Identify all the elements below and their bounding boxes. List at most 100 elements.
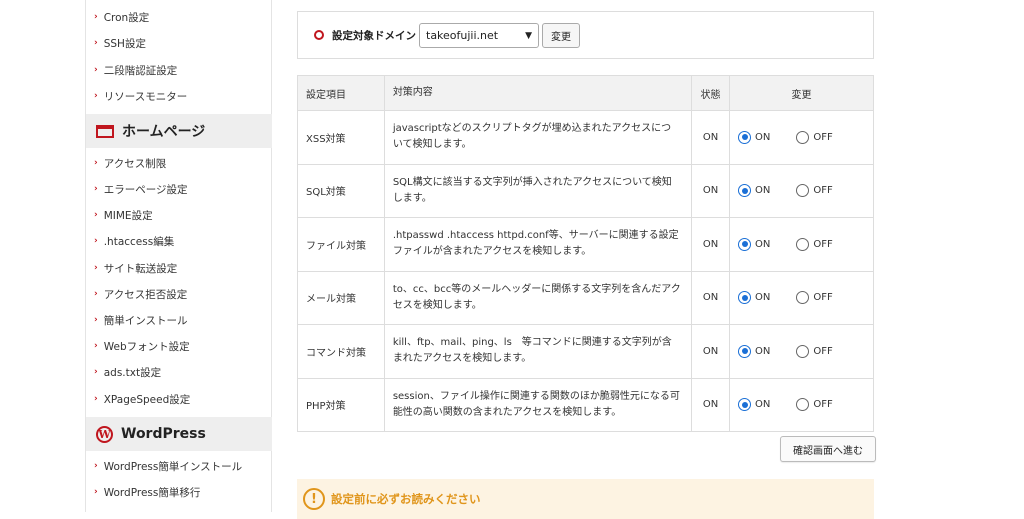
row-state: ON — [691, 270, 731, 325]
chevron-right-icon: › — [94, 289, 98, 299]
radio-off[interactable]: OFF — [796, 184, 833, 198]
chevron-right-icon: › — [94, 341, 98, 351]
domain-radio-icon — [314, 30, 324, 40]
on-off-radio-group: ON OFF — [730, 130, 873, 144]
radio-on[interactable]: ON — [738, 237, 770, 251]
sidebar-item-ssh[interactable]: › SSH設定 — [94, 32, 146, 54]
chevron-right-icon: › — [94, 91, 98, 101]
table-row: SQL対策 SQL構文に該当する文字列が挿入されたアクセスについて検知します。 ON… — [297, 163, 874, 218]
radio-on[interactable]: ON — [738, 398, 770, 412]
row-item: SQL対策 — [297, 163, 385, 218]
radio-off-icon[interactable] — [796, 291, 810, 305]
sidebar: › Cron設定 › SSH設定 › 二段階認証設定 › リソースモニター ホームページ… — [86, 0, 272, 512]
row-item: XSS対策 — [297, 110, 385, 165]
sidebar-item-xpagespeed[interactable]: › XPageSpeed設定 — [94, 388, 190, 410]
chevron-right-icon: › — [94, 461, 98, 471]
sidebar-item-web-font[interactable]: › Webフォント設定 — [94, 335, 190, 357]
sidebar-item-resource-monitor[interactable]: › リソースモニター — [94, 85, 187, 107]
row-state: ON — [691, 377, 731, 432]
table-row: メール対策 to、cc、bcc等のメールヘッダーに関係する文字列を含んだアクセスを… — [297, 270, 874, 325]
notice-text: 設定前に必ずお読みください — [331, 492, 481, 506]
chevron-right-icon: › — [94, 367, 98, 377]
table-row: ファイル対策 .htpasswd .htaccess httpd.conf等、サー… — [297, 217, 874, 272]
header-change: 変更 — [729, 75, 874, 111]
confirm-button[interactable]: 確認画面へ進む — [780, 436, 876, 462]
row-change: ON OFF — [729, 270, 874, 325]
radio-off-icon[interactable] — [796, 344, 810, 358]
radio-off[interactable]: OFF — [796, 344, 833, 358]
chevron-right-icon: › — [94, 38, 98, 48]
notice-banner: ! 設定前に必ずお読みください — [297, 479, 874, 519]
row-desc: kill、ftp、mail、ping、ls 等コマンドに関連する文字列が含まれた… — [383, 324, 693, 379]
radio-off-icon[interactable] — [796, 184, 810, 198]
radio-off-icon[interactable] — [796, 130, 810, 144]
sidebar-item-access-deny[interactable]: › アクセス拒否設定 — [94, 283, 187, 305]
domain-selector-box: 設定対象ドメイン takeofujii.net ▼ 変更 — [297, 11, 874, 59]
homepage-icon — [96, 124, 114, 138]
radio-on-icon[interactable] — [738, 237, 752, 251]
on-off-radio-group: ON OFF — [730, 291, 873, 305]
chevron-right-icon: › — [94, 210, 98, 220]
domain-label: 設定対象ドメイン — [332, 30, 416, 42]
radio-on[interactable]: ON — [738, 344, 770, 358]
chevron-right-icon: › — [94, 158, 98, 168]
sidebar-item-error-page[interactable]: › エラーページ設定 — [94, 178, 188, 200]
row-desc: to、cc、bcc等のメールヘッダーに関係する文字列を含んだアクセスを検知します… — [383, 270, 693, 325]
radio-on-icon[interactable] — [738, 291, 752, 305]
header-item: 設定項目 — [297, 75, 385, 111]
radio-on-icon[interactable] — [738, 184, 752, 198]
sidebar-item-wp-easy-install[interactable]: › WordPress簡単インストール — [94, 455, 242, 477]
sidebar-item-easy-install[interactable]: › 簡単インストール — [94, 309, 188, 331]
row-state: ON — [691, 163, 731, 218]
sidebar-section-wordpress: W WordPress — [86, 417, 272, 451]
table-row: PHP対策 session、ファイル操作に関連する関数のほか脆弱性元になる可能性の… — [297, 377, 874, 432]
row-change: ON OFF — [729, 217, 874, 272]
on-off-radio-group: ON OFF — [730, 344, 873, 358]
wordpress-icon: W — [96, 425, 113, 443]
chevron-right-icon: › — [94, 263, 98, 273]
page: › Cron設定 › SSH設定 › 二段階認証設定 › リソースモニター ホームページ… — [0, 0, 1024, 519]
chevron-right-icon: › — [94, 12, 98, 22]
chevron-right-icon: › — [94, 65, 98, 75]
radio-off[interactable]: OFF — [796, 291, 833, 305]
sidebar-section-homepage: ホームページ — [86, 114, 272, 148]
sidebar-item-htaccess[interactable]: › .htaccess編集 — [94, 230, 174, 252]
radio-on-icon[interactable] — [738, 130, 752, 144]
radio-off-icon[interactable] — [796, 237, 810, 251]
sidebar-item-2fa[interactable]: › 二段階認証設定 — [94, 59, 177, 81]
row-state: ON — [691, 110, 731, 165]
radio-off[interactable]: OFF — [796, 130, 833, 144]
chevron-down-icon: ▼ — [525, 31, 532, 41]
chevron-right-icon: › — [94, 394, 98, 404]
domain-change-button[interactable]: 変更 — [542, 23, 580, 48]
row-change: ON OFF — [729, 377, 874, 432]
radio-on[interactable]: ON — [738, 184, 770, 198]
row-change: ON OFF — [729, 163, 874, 218]
radio-on-icon[interactable] — [738, 398, 752, 412]
exclamation-icon: ! — [303, 488, 325, 510]
radio-off[interactable]: OFF — [796, 237, 833, 251]
sidebar-item-ads-txt[interactable]: › ads.txt設定 — [94, 361, 161, 383]
row-desc: session、ファイル操作に関連する関数のほか脆弱性元になる可能性の高い関数の… — [383, 377, 693, 432]
domain-select[interactable]: takeofujii.net ▼ — [419, 23, 539, 48]
radio-on[interactable]: ON — [738, 130, 770, 144]
table-header-row: 設定項目 対策内容 状態 変更 — [297, 75, 874, 111]
row-state: ON — [691, 217, 731, 272]
on-off-radio-group: ON OFF — [730, 184, 873, 198]
sidebar-item-mime[interactable]: › MIME設定 — [94, 204, 153, 226]
sidebar-item-access-restriction[interactable]: › アクセス制限 — [94, 152, 166, 174]
radio-off-icon[interactable] — [796, 398, 810, 412]
sidebar-item-cron[interactable]: › Cron設定 — [94, 6, 149, 28]
row-desc: .htpasswd .htaccess httpd.conf等、サーバーに関連す… — [383, 217, 693, 272]
sidebar-item-site-forward[interactable]: › サイト転送設定 — [94, 257, 177, 279]
sidebar-item-wp-easy-migration[interactable]: › WordPress簡単移行 — [94, 481, 200, 503]
row-change: ON OFF — [729, 324, 874, 379]
header-desc: 対策内容 — [383, 75, 693, 111]
radio-on-icon[interactable] — [738, 344, 752, 358]
radio-off[interactable]: OFF — [796, 398, 833, 412]
row-desc: javascriptなどのスクリプトタグが埋め込まれたアクセスについて検知します… — [383, 110, 693, 165]
radio-on[interactable]: ON — [738, 291, 770, 305]
row-item: PHP対策 — [297, 377, 385, 432]
row-item: コマンド対策 — [297, 324, 385, 379]
chevron-right-icon: › — [94, 184, 98, 194]
